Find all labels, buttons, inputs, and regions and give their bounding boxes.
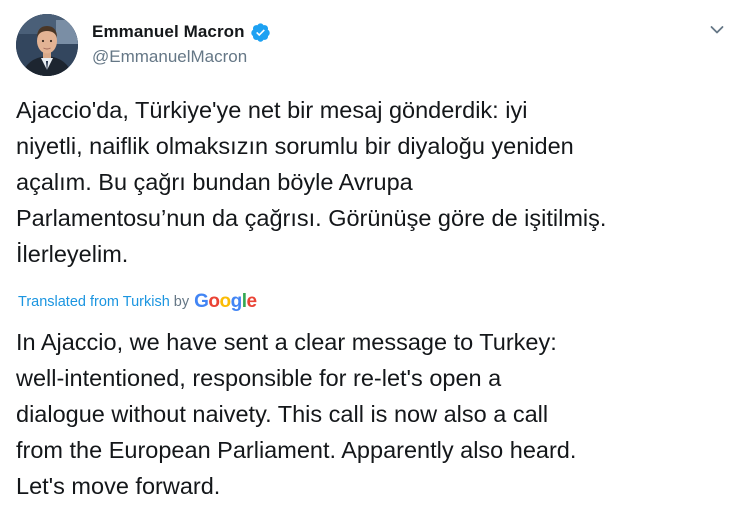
author-handle[interactable]: @EmmanuelMacron xyxy=(92,47,271,67)
avatar-photo-icon xyxy=(16,14,78,76)
by-label: by xyxy=(173,294,190,310)
tweet-card: Emmanuel Macron @EmmanuelMacron Ajaccio'… xyxy=(0,0,747,509)
translation-line: In Ajaccio, we have sent a clear message… xyxy=(16,329,557,355)
translation-line: dialogue without naivety. This call is n… xyxy=(16,401,549,427)
display-name-row: Emmanuel Macron xyxy=(92,20,271,44)
original-line: İlerleyelim. xyxy=(16,241,129,267)
author-names: Emmanuel Macron @EmmanuelMacron xyxy=(92,20,271,67)
translation-line: from the European Parliament. Apparently… xyxy=(16,437,577,463)
display-name[interactable]: Emmanuel Macron xyxy=(92,22,245,42)
original-line: Parlamentosu’nun da çağrısı. Görünüşe gö… xyxy=(16,205,607,231)
translation-attribution: Translated from Turkish by Google xyxy=(18,290,257,314)
tweet-header: Emmanuel Macron @EmmanuelMacron xyxy=(16,14,731,76)
tweet-translation-text: In Ajaccio, we have sent a clear message… xyxy=(16,324,731,504)
original-line: Ajaccio'da, Türkiye'ye net bir mesaj gön… xyxy=(16,97,528,123)
avatar[interactable] xyxy=(16,14,78,76)
verified-badge-icon xyxy=(250,22,271,43)
google-logo: Google xyxy=(194,291,257,312)
translated-from-link[interactable]: Translated from Turkish xyxy=(18,294,170,310)
original-line: niyetli, naiflik olmaksızın sorumlu bir … xyxy=(16,133,574,159)
translation-line: Let's move forward. xyxy=(16,473,221,499)
chevron-down-icon[interactable] xyxy=(709,22,725,38)
tweet-original-text: Ajaccio'da, Türkiye'ye net bir mesaj gön… xyxy=(16,92,731,272)
translation-line: well-intentioned, responsible for re-let… xyxy=(16,365,502,391)
original-line: açalım. Bu çağrı bundan böyle Avrupa xyxy=(16,169,413,195)
